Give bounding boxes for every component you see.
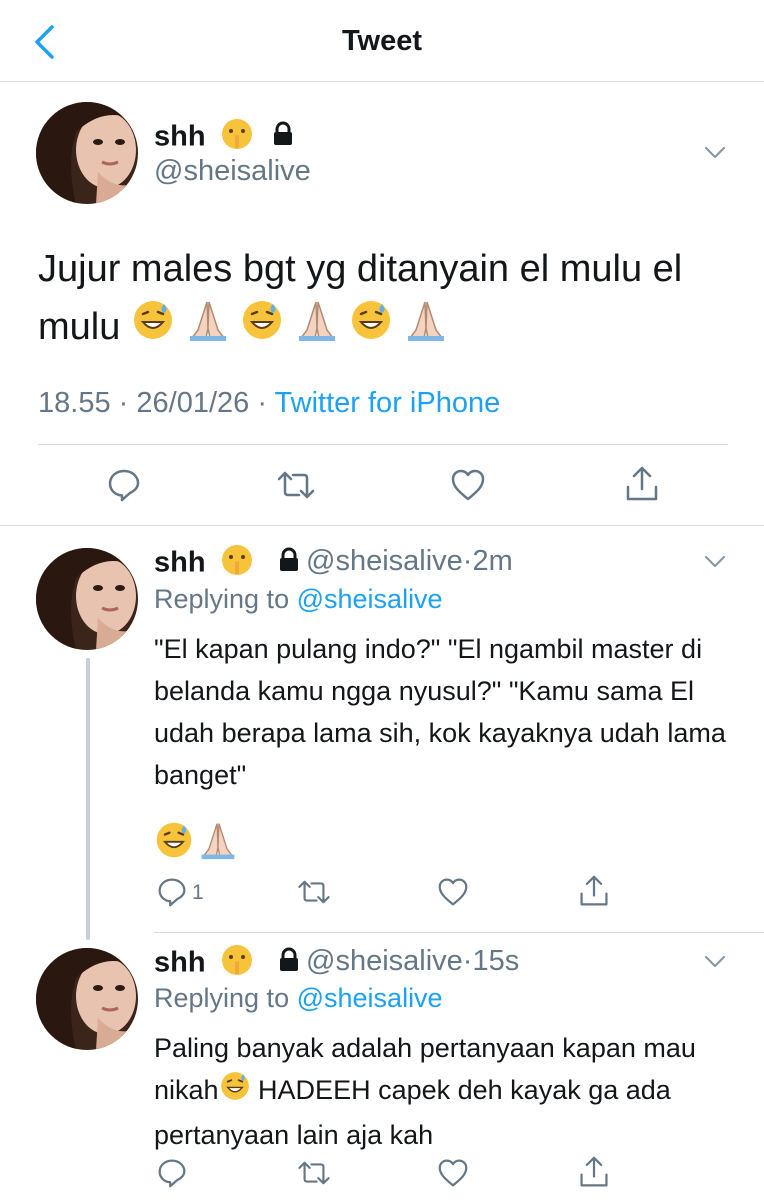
meta-separator: ·	[462, 545, 473, 577]
tweet-date: 26/01/26	[136, 387, 250, 419]
replying-to: Replying to @sheisalive	[154, 983, 443, 1014]
avatar[interactable]	[36, 948, 138, 1050]
like-heart-icon[interactable]	[450, 468, 486, 502]
tweet-text: Jujur males bgt yg ditanyain el mulu el …	[38, 240, 738, 359]
lock-icon	[276, 547, 302, 581]
tweet-time: 18.55	[38, 387, 111, 419]
thread-connector-line	[86, 658, 90, 940]
avatar[interactable]	[36, 102, 138, 204]
author-name-text: shh	[154, 120, 206, 153]
reply-handle-time: @sheisalive·2m	[306, 545, 513, 578]
reply-handle-time: @sheisalive·15s	[306, 945, 519, 978]
chevron-down-icon[interactable]	[704, 146, 726, 160]
share-icon[interactable]	[578, 1155, 610, 1189]
replying-to-handle-link[interactable]: @sheisalive	[297, 983, 443, 1013]
chevron-down-icon[interactable]	[704, 955, 726, 969]
author-name[interactable]: shh	[154, 117, 296, 159]
avatar[interactable]	[36, 548, 138, 650]
reply-age: 15s	[472, 945, 520, 977]
replying-to-prefix: Replying to	[154, 584, 290, 614]
divider	[38, 444, 728, 445]
top-navigation-bar: Tweet	[0, 0, 764, 82]
reply-handle[interactable]: @sheisalive	[306, 945, 463, 977]
tweet-metadata: 18.55 · 26/01/26 · Twitter for iPhone	[38, 387, 500, 420]
replying-to-handle-link[interactable]: @sheisalive	[297, 584, 443, 614]
folded-hands-emoji	[186, 298, 230, 359]
tweet-emoji-row	[131, 301, 448, 348]
reply-emoji-row	[154, 820, 238, 865]
reply-text: Paling banyak adalah pertanyaan kapan ma…	[154, 1027, 744, 1156]
divider	[154, 932, 764, 933]
like-heart-icon[interactable]	[437, 877, 469, 907]
folded-hands-emoji	[295, 298, 339, 359]
meta-separator: ·	[462, 945, 473, 977]
author-handle[interactable]: @sheisalive	[154, 155, 311, 188]
meta-separator: ·	[118, 387, 129, 419]
reply-handle[interactable]: @sheisalive	[306, 545, 463, 577]
reply-text: "El kapan pulang indo?" "El ngambil mast…	[154, 634, 726, 790]
reply-author[interactable]: shh	[154, 543, 302, 585]
retweet-icon[interactable]	[275, 470, 317, 500]
author-name-text: shh	[154, 546, 206, 579]
grinning-sweat-emoji	[154, 820, 194, 865]
lock-icon	[276, 947, 302, 981]
grinning-sweat-emoji	[240, 298, 284, 359]
grinning-sweat-emoji	[131, 298, 175, 359]
shushing-face-emoji	[220, 543, 254, 585]
reply-icon[interactable]	[157, 877, 187, 907]
grinning-sweat-emoji	[349, 298, 393, 359]
reply-icon[interactable]	[157, 1158, 187, 1188]
divider	[0, 525, 764, 526]
replying-to-prefix: Replying to	[154, 983, 290, 1013]
shushing-face-emoji	[220, 117, 254, 159]
share-icon[interactable]	[624, 465, 660, 503]
like-heart-icon[interactable]	[437, 1158, 469, 1188]
share-icon[interactable]	[578, 874, 610, 908]
grinning-sweat-emoji	[219, 1070, 251, 1114]
reply-author[interactable]: shh	[154, 943, 302, 985]
lock-icon	[270, 121, 296, 155]
replying-to: Replying to @sheisalive	[154, 584, 443, 615]
folded-hands-emoji	[198, 820, 238, 865]
folded-hands-emoji	[404, 298, 448, 359]
chevron-down-icon[interactable]	[704, 555, 726, 569]
reply-icon[interactable]	[107, 468, 141, 502]
author-name-text: shh	[154, 946, 206, 979]
retweet-icon[interactable]	[296, 879, 332, 905]
tweet-source-link[interactable]: Twitter for iPhone	[275, 387, 501, 419]
reply-count: 1	[192, 881, 204, 904]
meta-separator: ·	[257, 387, 267, 419]
page-title: Tweet	[341, 25, 423, 57]
shushing-face-emoji	[220, 943, 254, 985]
retweet-icon[interactable]	[296, 1160, 332, 1186]
reply-age: 2m	[472, 545, 513, 577]
